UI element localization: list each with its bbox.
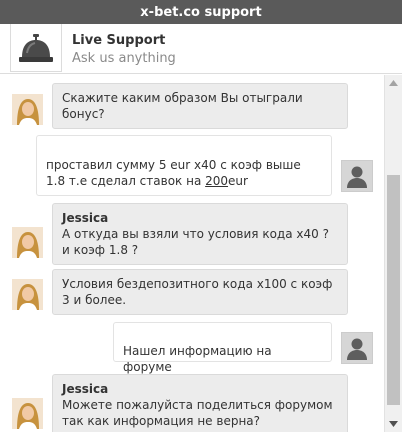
chat-messages-area[interactable]: Скажите каким образом Вы отыграли бонус?…: [0, 75, 384, 432]
scroll-down-arrow-icon[interactable]: [385, 416, 402, 432]
message-text: Можете пожалуйста поделиться форумом так…: [62, 398, 333, 428]
user-avatar: [341, 332, 373, 364]
agent-avatar: [12, 398, 43, 429]
reception-bell-icon: [10, 24, 62, 72]
message-text: А откуда вы взяли что условия кода x40 ?…: [62, 227, 329, 257]
message-text: проставил сумму 5 eur x40 с коэф выше 1.…: [46, 158, 301, 188]
message-text: Условия бездепозитного кода x100 с коэф …: [62, 277, 333, 307]
header-title: Live Support: [72, 33, 166, 48]
message-text: Нашел информацию на форуме: [123, 344, 272, 374]
scroll-up-arrow-icon[interactable]: [385, 75, 402, 91]
scrollbar-thumb[interactable]: [387, 175, 400, 405]
window-title: x-bet.co support: [140, 4, 262, 20]
message-bubble-agent: Jessica Можете пожалуйста поделиться фор…: [52, 374, 348, 432]
message-text-suffix: eur: [228, 174, 248, 188]
message-bubble-user: проставил сумму 5 eur x40 с коэф выше 1.…: [36, 135, 332, 196]
message-bubble-user: Нашел информацию на форуме: [113, 322, 332, 374]
agent-avatar: [12, 279, 43, 310]
agent-name: Jessica: [62, 382, 109, 396]
message-amount: 200: [205, 174, 229, 188]
agent-avatar: [12, 227, 43, 258]
window-title-bar: x-bet.co support: [0, 0, 402, 24]
message-bubble-agent: Скажите каким образом Вы отыграли бонус?: [52, 83, 348, 129]
chat-header: Live Support Ask us anything: [0, 24, 402, 74]
agent-avatar: [12, 94, 43, 125]
message-bubble-agent: Условия бездепозитного кода x100 с коэф …: [52, 269, 348, 315]
user-avatar: [341, 160, 373, 192]
header-subtitle: Ask us anything: [72, 51, 176, 66]
message-bubble-agent: Jessica А откуда вы взяли что условия ко…: [52, 203, 348, 265]
agent-name: Jessica: [62, 211, 109, 225]
chat-scrollbar[interactable]: [384, 75, 402, 432]
message-text: Скажите каким образом Вы отыграли бонус?: [62, 91, 303, 121]
